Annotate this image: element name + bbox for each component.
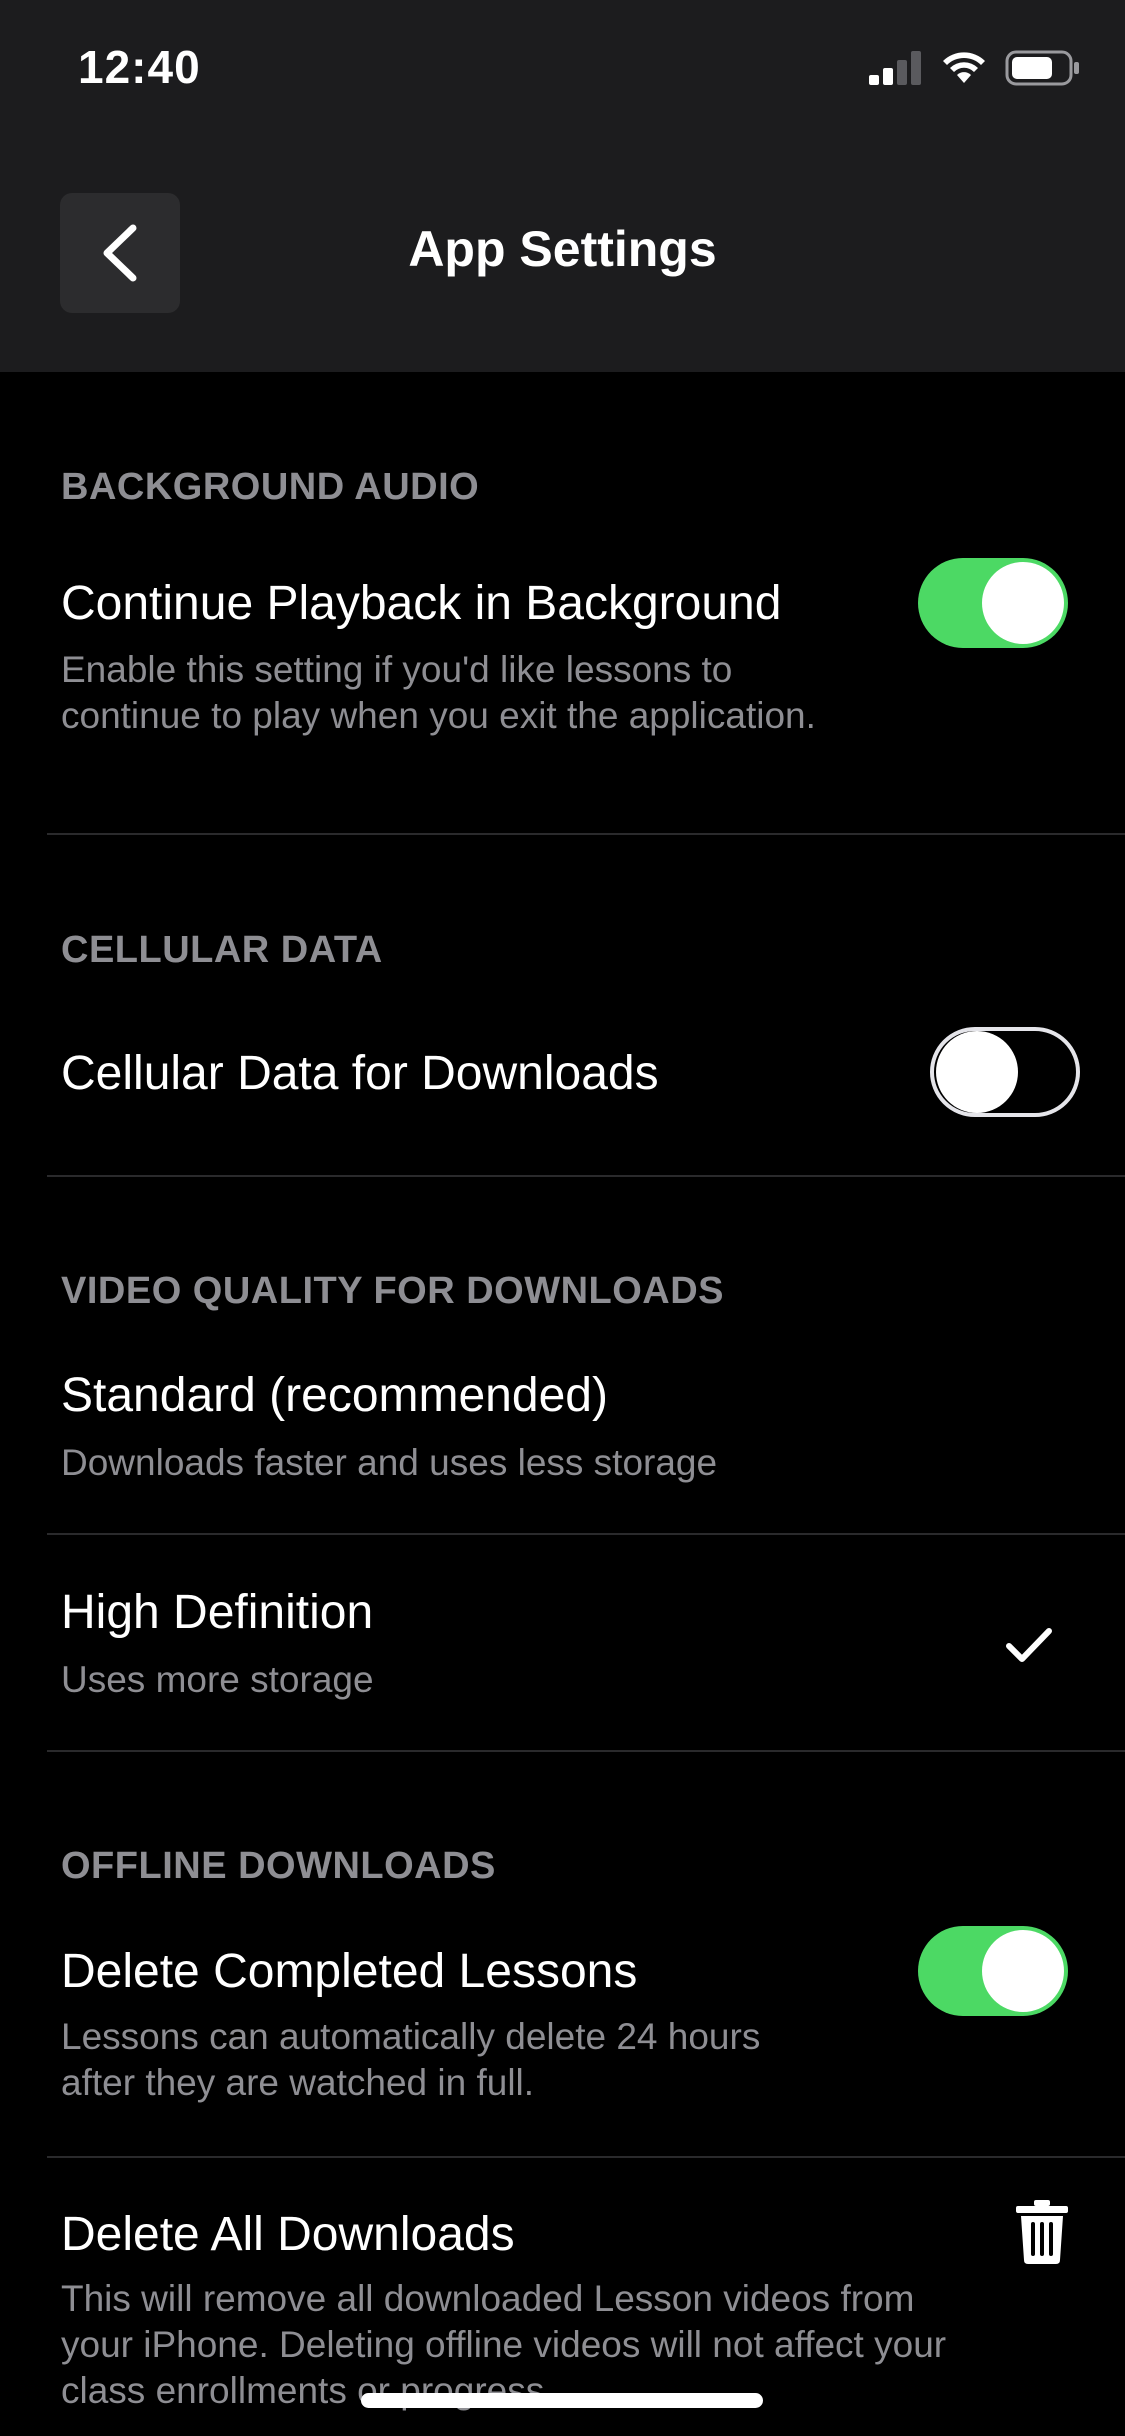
status-icons xyxy=(869,48,1081,88)
section-header-offline-downloads: OFFLINE DOWNLOADS xyxy=(61,1845,496,1887)
continue-playback-toggle[interactable] xyxy=(918,558,1068,648)
section-header-background-audio: BACKGROUND AUDIO xyxy=(61,466,480,508)
status-time: 12:40 xyxy=(78,41,201,93)
quality-option-hd-title: High Definition xyxy=(61,1586,374,1639)
divider xyxy=(47,1175,1125,1177)
page-title: App Settings xyxy=(408,221,717,277)
trash-icon[interactable] xyxy=(1016,2200,1068,2264)
divider xyxy=(47,833,1125,835)
home-indicator xyxy=(361,2393,763,2408)
cellular-data-toggle[interactable] xyxy=(930,1027,1080,1117)
navigation-bar: 12:40 App Settings xyxy=(0,0,1125,372)
section-header-video-quality: VIDEO QUALITY FOR DOWNLOADS xyxy=(61,1270,725,1312)
section-header-cellular-data: CELLULAR DATA xyxy=(61,929,383,971)
divider xyxy=(47,1750,1125,1752)
toggle-knob xyxy=(982,562,1064,644)
cellular-signal-icon xyxy=(869,51,921,85)
divider xyxy=(47,2156,1125,2158)
delete-completed-title: Delete Completed Lessons xyxy=(61,1945,638,1998)
divider xyxy=(47,1533,1125,1535)
quality-option-standard-title: Standard (recommended) xyxy=(61,1369,608,1422)
checkmark-icon xyxy=(1006,1628,1052,1662)
delete-completed-toggle[interactable] xyxy=(918,1926,1068,2016)
wifi-icon xyxy=(943,52,985,83)
quality-option-hd-description: Uses more storage xyxy=(61,1659,374,1700)
quality-option-high-definition[interactable] xyxy=(0,1536,1125,1748)
toggle-knob xyxy=(936,1031,1018,1113)
continue-playback-description: Enable this setting if you'd like lesson… xyxy=(61,649,816,736)
quality-option-standard-description: Downloads faster and uses less storage xyxy=(61,1442,718,1483)
toggle-knob xyxy=(982,1930,1064,2012)
battery-icon xyxy=(1005,50,1079,86)
continue-playback-title: Continue Playback in Background xyxy=(61,577,782,630)
cellular-data-title: Cellular Data for Downloads xyxy=(61,1047,659,1100)
delete-all-title: Delete All Downloads xyxy=(61,2208,515,2261)
delete-completed-description: Lessons can automatically delete 24 hour… xyxy=(61,2016,761,2103)
